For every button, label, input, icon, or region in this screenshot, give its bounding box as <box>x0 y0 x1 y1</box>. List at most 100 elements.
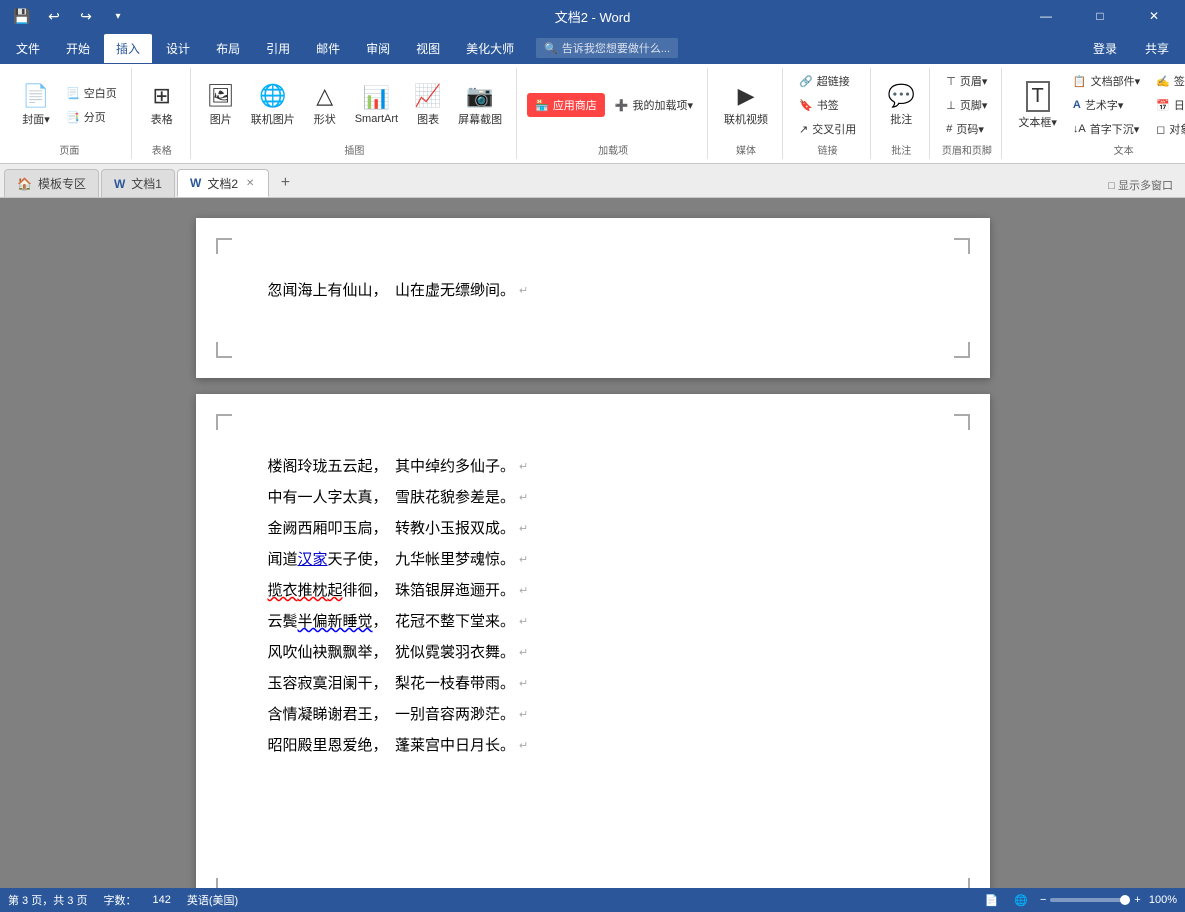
chart-button[interactable]: 📈 图表 <box>408 77 448 133</box>
smartart-label: SmartArt <box>355 113 398 125</box>
tab-references[interactable]: 引用 <box>254 34 302 63</box>
screenshot-button[interactable]: 📷 屏幕截图 <box>452 77 508 133</box>
tab-beautify[interactable]: 美化大师 <box>454 34 526 63</box>
cover-button[interactable]: 📄 封面▾ <box>16 77 56 133</box>
line-end-p2-8: ↵ <box>519 675 528 695</box>
blank-page-button[interactable]: 📃 空白页 <box>60 82 123 104</box>
shape-button[interactable]: △ 形状 <box>305 77 345 133</box>
my-addins-icon: ➕ <box>615 99 629 112</box>
datetime-button[interactable]: 📅 日期和时间 <box>1150 94 1185 116</box>
group-comments-label: 批注 <box>891 140 911 157</box>
corner-tr-p1 <box>954 238 970 254</box>
text-col2: ✍ 签名行▾ 📅 日期和时间 ◻ 对象▾ <box>1150 70 1185 140</box>
login-button[interactable]: 登录 <box>1081 34 1129 63</box>
display-multi-button[interactable]: □ 显示多窗口 <box>1100 173 1181 197</box>
title-right: — □ ✕ <box>1023 0 1177 32</box>
group-header-footer-content: ⊤ 页眉▾ ⊥ 页脚▾ # 页码▾ <box>940 70 993 140</box>
drop-cap-button[interactable]: ↓A 首字下沉▾ <box>1067 118 1146 140</box>
bookmark-button[interactable]: 🔖 书签 <box>793 94 862 116</box>
chart-icon: 📈 <box>414 83 441 109</box>
tab-view[interactable]: 视图 <box>404 34 452 63</box>
tab-add-button[interactable]: + <box>271 169 299 197</box>
tab-doc1[interactable]: W 文档1 <box>101 169 175 197</box>
more-quick-btn[interactable]: ▾ <box>104 2 132 30</box>
status-right: 📄 🌐 − + 100% <box>981 892 1177 909</box>
tab-insert[interactable]: 插入 <box>104 34 152 63</box>
shape-icon: △ <box>316 83 333 109</box>
page-break-button[interactable]: 📑 分页 <box>60 106 123 128</box>
drop-cap-label: 首字下沉▾ <box>1090 121 1140 137</box>
cover-label: 封面▾ <box>22 111 50 127</box>
ribbon-content: 📄 封面▾ 📃 空白页 📑 分页 页面 <box>0 64 1185 164</box>
search-box[interactable]: 🔍 告诉我您想要做什么... <box>536 38 678 58</box>
cross-ref-button[interactable]: ↗ 交叉引用 <box>793 118 862 140</box>
footer-button[interactable]: ⊥ 页脚▾ <box>940 94 993 116</box>
table-button[interactable]: ⊞ 表格 <box>142 77 182 133</box>
corner-br-p1 <box>954 342 970 358</box>
line-end-p2-1: ↵ <box>519 458 528 478</box>
document-area: 忽闻海上有仙山， 山在虚无缥缈间。 ↵ 楼阁玲珑五云起， 其中绰约多仙子。 ↵ … <box>0 198 1185 888</box>
tab-file[interactable]: 文件 <box>4 34 52 63</box>
app-store-button[interactable]: 🏪 应用商店 <box>527 93 605 117</box>
online-picture-button[interactable]: 🌐 联机图片 <box>245 77 301 133</box>
web-view-btn[interactable]: 🌐 <box>1010 892 1032 909</box>
group-illustration-content: 🖼 图片 🌐 联机图片 △ 形状 📊 SmartArt 📈 图表 <box>201 70 508 140</box>
art-text-button[interactable]: A 艺术字▾ <box>1067 94 1146 116</box>
corner-bl-p2 <box>216 878 232 888</box>
my-addins-button[interactable]: ➕ 我的加载项▾ <box>609 94 699 116</box>
page-1: 忽闻海上有仙山， 山在虚无缥缈间。 ↵ <box>196 218 990 378</box>
doc-line-p1-1: 忽闻海上有仙山， 山在虚无缥缈间。 ↵ <box>268 278 918 305</box>
page-2: 楼阁玲珑五云起， 其中绰约多仙子。 ↵ 中有一人字太真， 雪肤花貌参差是。 ↵ … <box>196 394 990 888</box>
minimize-button[interactable]: — <box>1023 0 1069 32</box>
group-text-content: T 文本框▾ 📋 文档部件▾ A 艺术字▾ ↓A 首字下沉▾ <box>1012 70 1185 140</box>
sig-line-button[interactable]: ✍ 签名行▾ <box>1150 70 1185 92</box>
object-button[interactable]: ◻ 对象▾ <box>1150 118 1185 140</box>
online-video-button[interactable]: ▶ 联机视频 <box>718 77 774 133</box>
doc-text-p2-5b: 推枕 <box>298 578 328 605</box>
tab-home[interactable]: 开始 <box>54 34 102 63</box>
doc-text-p2-6c: ， 花冠不整下堂来。 <box>373 609 516 636</box>
zoom-slider[interactable]: − + <box>1040 894 1141 906</box>
picture-label: 图片 <box>210 111 232 127</box>
app-store-icon: 🏪 <box>535 99 549 112</box>
line-end-p2-6: ↵ <box>519 613 528 633</box>
print-view-btn[interactable]: 📄 <box>981 892 1003 909</box>
smartart-button[interactable]: 📊 SmartArt <box>349 77 404 133</box>
textbox-button[interactable]: T 文本框▾ <box>1012 77 1063 134</box>
tab-design[interactable]: 设计 <box>154 34 202 63</box>
zoom-track[interactable] <box>1050 898 1130 902</box>
save-quick-btn[interactable]: 💾 <box>8 2 36 30</box>
tab-template[interactable]: 🏠 模板专区 <box>4 169 99 197</box>
picture-button[interactable]: 🖼 图片 <box>201 77 241 133</box>
doc-line-p2-6: 云鬓半偏新睡觉， 花冠不整下堂来。 ↵ <box>268 609 918 636</box>
zoom-in-icon[interactable]: + <box>1134 894 1140 906</box>
tab-doc1-label: 文档1 <box>131 175 162 192</box>
share-button[interactable]: 共享 <box>1133 34 1181 63</box>
zoom-out-icon[interactable]: − <box>1040 894 1046 906</box>
doc-text-p2-6a: 云鬓 <box>268 609 298 636</box>
hyperlink-button[interactable]: 🔗 超链接 <box>793 70 862 92</box>
corner-tl-p2 <box>216 414 232 430</box>
comment-button[interactable]: 💬 批注 <box>881 77 921 133</box>
tab-right: □ 显示多窗口 <box>1100 173 1181 197</box>
tab-doc2-label: 文档2 <box>207 175 238 192</box>
tab-review[interactable]: 审阅 <box>354 34 402 63</box>
close-button[interactable]: ✕ <box>1131 0 1177 32</box>
undo-quick-btn[interactable]: ↩ <box>40 2 68 30</box>
doc-part-button[interactable]: 📋 文档部件▾ <box>1067 70 1146 92</box>
tab-doc2[interactable]: W 文档2 ✕ <box>177 169 269 197</box>
tab-layout[interactable]: 布局 <box>204 34 252 63</box>
maximize-button[interactable]: □ <box>1077 0 1123 32</box>
group-media-label: 媒体 <box>736 140 756 157</box>
redo-quick-btn[interactable]: ↪ <box>72 2 100 30</box>
corner-tl-p1 <box>216 238 232 254</box>
tab-mail[interactable]: 邮件 <box>304 34 352 63</box>
blank-page-icon: 📃 <box>66 87 80 100</box>
quick-access: 💾 ↩ ↪ ▾ <box>8 2 132 30</box>
doc-text-p2-5c: 起 <box>328 578 343 605</box>
header-button[interactable]: ⊤ 页眉▾ <box>940 70 993 92</box>
page-num-button[interactable]: # 页码▾ <box>940 118 993 140</box>
online-picture-icon: 🌐 <box>259 83 286 109</box>
tab-doc2-close[interactable]: ✕ <box>244 177 256 190</box>
textbox-label: 文本框▾ <box>1018 114 1057 130</box>
